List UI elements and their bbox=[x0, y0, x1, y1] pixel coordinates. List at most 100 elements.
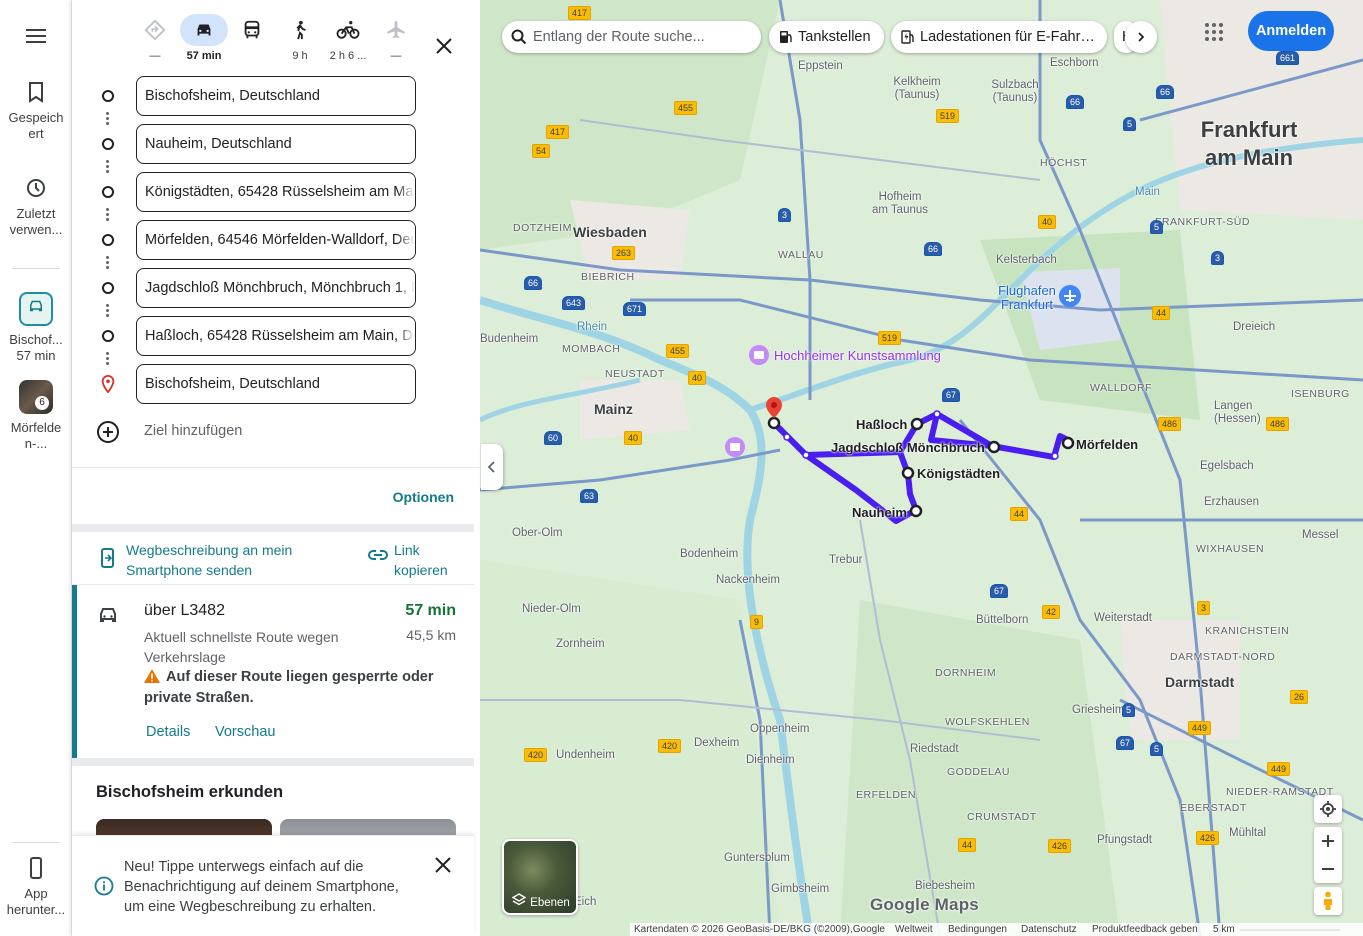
close-toast-button[interactable] bbox=[434, 856, 452, 879]
map-label-airport: Flughafen Frankfurt bbox=[998, 283, 1056, 312]
map-place: DOTZHEIM bbox=[513, 222, 572, 234]
my-location-button[interactable] bbox=[1314, 795, 1342, 823]
route-option-card[interactable]: über L3482 57 min Aktuell schnellste Rou… bbox=[72, 584, 474, 759]
selected-route-indicator bbox=[72, 585, 77, 759]
recent-button[interactable]: Zuletzt verwen... bbox=[0, 176, 72, 238]
ev-charging-icon bbox=[901, 30, 914, 44]
chip-gas-stations[interactable]: Tankstellen bbox=[769, 21, 884, 53]
preview-button[interactable]: Vorschau bbox=[215, 724, 275, 740]
mode-flight[interactable]: — bbox=[372, 14, 420, 62]
street-view-pegman[interactable] bbox=[1314, 887, 1342, 915]
map-place: Erzhausen bbox=[1204, 496, 1259, 508]
collapse-panel-button[interactable] bbox=[481, 444, 503, 490]
road-shield: 67 bbox=[990, 584, 1009, 598]
menu-button[interactable] bbox=[22, 24, 50, 48]
route-search-box[interactable]: Entlang der Route suche... bbox=[502, 21, 761, 53]
road-shield: 417 bbox=[568, 6, 592, 20]
warning-icon bbox=[144, 669, 160, 683]
map-label-darmstadt: Darmstadt bbox=[1165, 674, 1235, 690]
road-shield: 519 bbox=[878, 331, 902, 345]
section-divider bbox=[72, 758, 474, 766]
toast-text: Neu! Tippe unterwegs einfach auf die Ben… bbox=[124, 859, 399, 915]
footer-feedback[interactable]: Produktfeedback geben bbox=[1092, 923, 1198, 936]
route-label: Bischof... bbox=[9, 332, 63, 347]
waypoint-input[interactable]: Nauheim, Deutschland bbox=[136, 124, 416, 164]
car-icon bbox=[197, 24, 211, 36]
map-place: DARMSTADT-NORD bbox=[1170, 651, 1276, 663]
copy-link-button[interactable]: Link kopieren bbox=[394, 540, 464, 580]
road-shield: 3 bbox=[1211, 251, 1225, 265]
road-shield: 44 bbox=[1010, 507, 1029, 521]
layers-button[interactable]: Ebenen bbox=[502, 839, 578, 915]
saved-button[interactable]: Gespeich ert bbox=[0, 80, 72, 142]
map-place: Rhein bbox=[577, 321, 608, 333]
map-place: Gimbsheim bbox=[771, 883, 830, 895]
apps-grid-icon bbox=[1205, 23, 1223, 41]
road-shield: 26 bbox=[1290, 690, 1309, 704]
chips-scroll-next-button[interactable] bbox=[1125, 21, 1157, 53]
road-shield: 40 bbox=[624, 431, 643, 445]
mode-best[interactable]: — bbox=[131, 14, 179, 62]
airplane-icon bbox=[387, 20, 405, 39]
sign-in-button[interactable]: Anmelden bbox=[1248, 11, 1334, 51]
route-search-placeholder: Entlang der Route suche... bbox=[533, 29, 705, 45]
options-button[interactable]: Optionen bbox=[393, 489, 454, 505]
map-place: MOMBACH bbox=[562, 343, 621, 355]
add-destination-button[interactable]: Ziel hinzufügen bbox=[96, 420, 476, 444]
close-directions-button[interactable] bbox=[430, 32, 458, 60]
send-to-phone-link[interactable]: Wegbeschreibung an mein Smartphone sende… bbox=[126, 540, 326, 580]
divider bbox=[72, 467, 480, 468]
map-place: Zornheim bbox=[556, 638, 605, 650]
details-button[interactable]: Details bbox=[146, 724, 190, 740]
stop-row-destination: Bischofsheim, Deutschland bbox=[72, 364, 480, 404]
app-download-button[interactable]: App herunter... bbox=[0, 856, 72, 918]
map-place: FRANKFURT-SÜD bbox=[1155, 216, 1250, 228]
link-icon bbox=[368, 550, 388, 560]
footer-scale[interactable]: 5 km bbox=[1213, 923, 1235, 936]
road-shield: 54 bbox=[532, 144, 551, 158]
mode-walk[interactable]: 9 h bbox=[276, 14, 324, 62]
google-apps-button[interactable] bbox=[1202, 20, 1226, 44]
waypoint-circle-icon bbox=[102, 234, 114, 246]
map-place: Guntersblum bbox=[724, 852, 790, 864]
section-divider bbox=[72, 524, 474, 532]
waypoint-input[interactable]: Jagdschloß Mönchbruch, Mönchbruch 1, Deu… bbox=[136, 268, 416, 308]
directions-panel: — 57 min 9 h 2 h 6 ... — Bischofsheim, D… bbox=[72, 0, 480, 936]
zoom-in-button[interactable] bbox=[1321, 827, 1335, 855]
chevron-left-icon bbox=[487, 461, 495, 473]
footer-worldwide[interactable]: Weltweit bbox=[895, 923, 933, 936]
chip-ev-charging[interactable]: Ladestationen für E-Fahrzeuge bbox=[891, 21, 1107, 53]
phone-icon bbox=[30, 857, 42, 879]
chip-ev-label: Ladestationen für E-Fahrzeuge bbox=[920, 29, 1096, 45]
place-badge: 6 bbox=[35, 396, 49, 410]
waypoint-input[interactable]: Königstädten, 65428 Rüsselsheim am Main,… bbox=[136, 172, 416, 212]
road-shield: 60 bbox=[544, 431, 563, 445]
waypoint-input[interactable]: Mörfelden, 64546 Mörfelden-Walldorf, Deu… bbox=[136, 220, 416, 260]
close-icon bbox=[436, 38, 452, 54]
mode-transit[interactable] bbox=[228, 14, 276, 50]
footer-terms[interactable]: Bedingungen bbox=[948, 923, 1007, 936]
notification-toast: Neu! Tippe unterwegs einfach auf die Ben… bbox=[72, 835, 474, 936]
map-canvas[interactable]: Frankfurt am Main Wiesbaden Mainz Darmst… bbox=[480, 0, 1363, 936]
road-shield: 9 bbox=[750, 615, 764, 629]
waypoint-input[interactable]: Haßloch, 65428 Rüsselsheim am Main, Deut… bbox=[136, 316, 416, 356]
zoom-out-button[interactable] bbox=[1321, 855, 1335, 883]
map-place: DORNHEIM bbox=[935, 667, 997, 679]
start-input[interactable]: Bischofsheim, Deutschland bbox=[136, 76, 416, 116]
road-shield: 5 bbox=[1123, 117, 1137, 131]
mode-bike[interactable]: 2 h 6 ... bbox=[324, 14, 372, 62]
map-poi-label[interactable]: Hochheimer Kunstsammlung bbox=[774, 349, 941, 362]
stop-row-3: Königstädten, 65428 Rüsselsheim am Main,… bbox=[72, 172, 480, 212]
map-place: Eppstein bbox=[798, 60, 843, 72]
destination-input[interactable]: Bischofsheim, Deutschland bbox=[136, 364, 416, 404]
map-place: WIXHAUSEN bbox=[1196, 543, 1265, 555]
recent-place-button[interactable]: 6 Mörfelde n-... bbox=[0, 380, 72, 452]
recent-route-button[interactable]: Bischof... 57 min bbox=[0, 292, 72, 364]
map-place: Hofheim am Taunus bbox=[871, 191, 929, 216]
map-place: Eschborn bbox=[1050, 57, 1099, 69]
map-place: Dreieich bbox=[1233, 321, 1276, 333]
mode-car[interactable]: 57 min bbox=[180, 14, 228, 62]
map-place: Riedstadt bbox=[910, 743, 959, 755]
route-subtitle: Aktuell schnellste Route wegen Verkehrsl… bbox=[144, 629, 339, 665]
footer-privacy[interactable]: Datenschutz bbox=[1021, 923, 1077, 936]
